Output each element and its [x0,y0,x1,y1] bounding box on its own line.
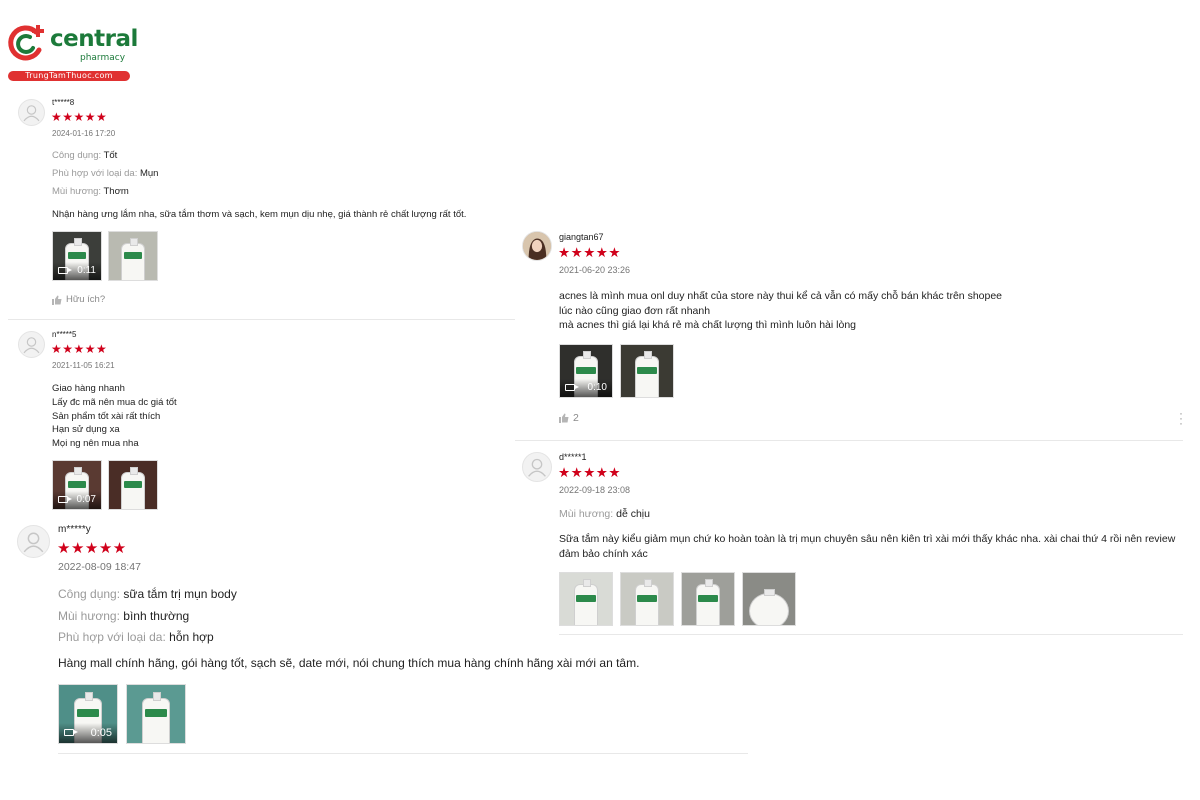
video-camera-icon [58,496,72,503]
review-video-thumbnail[interactable]: 0:07 [52,460,102,510]
review-video-thumbnail[interactable]: 0:05 [58,684,118,744]
user-placeholder-icon [23,532,44,553]
video-camera-icon [58,267,72,274]
brand-name: central [50,26,138,52]
review-username: giangtan67 [559,232,604,242]
helpful-button[interactable]: 2 [559,412,579,424]
review-username: d*****1 [559,452,587,462]
review-date: 2022-09-18 23:08 [559,485,631,495]
attr-mui-huong: Mùi hương: bình thường [58,609,190,623]
review-image-thumbnail[interactable] [620,572,674,626]
review-media: 0:05 [58,684,186,744]
video-camera-icon [64,729,78,736]
review-text: Giao hàng nhanh Lấy đc mã nên mua dc giá… [52,383,177,450]
review-media: 0:10 [559,344,674,398]
brand-site: TrungTamThuoc.com [8,71,130,81]
review-video-thumbnail[interactable]: 0:11 [52,231,102,281]
review-divider [58,753,748,754]
avatar[interactable] [522,452,552,482]
review-date: 2024-01-16 17:20 [52,129,116,138]
video-duration: 0:11 [77,265,96,276]
user-placeholder-icon [23,337,40,354]
review-media [559,572,796,626]
review-text: Sữa tắm này kiểu giảm mụn chứ ko hoàn to… [559,533,1176,560]
avatar[interactable] [17,525,50,558]
review-text: Hàng mall chính hãng, gói hàng tốt, sạch… [58,656,640,670]
attr-loai-da: Phù hợp với loại da: Mụn [52,168,159,179]
avatar[interactable] [522,231,552,261]
rating-stars: ★★★★★ [51,110,108,124]
video-duration: 0:10 [587,382,607,393]
review-image-thumbnail[interactable] [108,231,158,281]
review-text: Nhận hàng ưng lắm nha, sữa tắm thơm và s… [52,209,467,220]
review-text: acnes là mình mua onl duy nhất của store… [559,290,1003,331]
user-photo-avatar [523,232,551,260]
review-date: 2021-06-20 23:26 [559,265,631,275]
review-media: 0:07 [52,460,158,510]
thumbs-up-icon [52,295,62,305]
brand-sub: pharmacy [80,53,126,63]
review-image-thumbnail[interactable] [108,460,158,510]
review-divider [8,319,515,320]
video-camera-icon [565,384,579,391]
video-duration: 0:07 [76,494,96,505]
video-duration: 0:05 [90,726,112,739]
review-divider [515,440,1183,441]
review-video-thumbnail[interactable]: 0:10 [559,344,613,398]
review-image-thumbnail[interactable] [559,572,613,626]
central-pharmacy-logo[interactable]: central pharmacy TrungTamThuoc.com [6,22,138,82]
helpful-button[interactable]: Hữu ích? [52,294,105,305]
avatar[interactable] [18,99,45,126]
review-image-thumbnail[interactable] [681,572,735,626]
review-image-thumbnail[interactable] [620,344,674,398]
helpful-count: 2 [573,412,579,424]
attr-cong-dung: Công dụng: Tốt [52,150,118,161]
attr-mui-huong: Mùi hương: Thơm [52,186,129,197]
attr-loai-da: Phù hợp với loại da: hỗn hợp [58,630,214,644]
rating-stars: ★★★★★ [51,342,108,356]
attr-cong-dung: Công dụng: sữa tắm trị mụn body [58,587,237,601]
review-image-thumbnail[interactable] [126,684,186,744]
attr-mui-huong: Mùi hương: dễ chịu [559,508,650,520]
review-date: 2021-11-05 16:21 [52,361,115,370]
review-date: 2022-08-09 18:47 [58,561,141,573]
review-image-thumbnail[interactable] [742,572,796,626]
review-media: 0:11 [52,231,158,281]
rating-stars: ★★★★★ [57,540,127,557]
review-username: t*****8 [52,98,75,107]
user-placeholder-icon [528,458,546,477]
thumbs-up-icon [559,413,569,423]
review-divider [559,634,1183,635]
helpful-label: Hữu ích? [66,294,106,305]
more-options-icon[interactable]: · · · [1178,407,1184,429]
review-username: m*****y [58,524,91,535]
rating-stars: ★★★★★ [558,465,622,480]
review-username: n*****5 [52,330,77,339]
avatar[interactable] [18,331,45,358]
pharmacy-logo-icon [8,25,44,61]
rating-stars: ★★★★★ [558,245,622,260]
user-placeholder-icon [23,105,40,122]
